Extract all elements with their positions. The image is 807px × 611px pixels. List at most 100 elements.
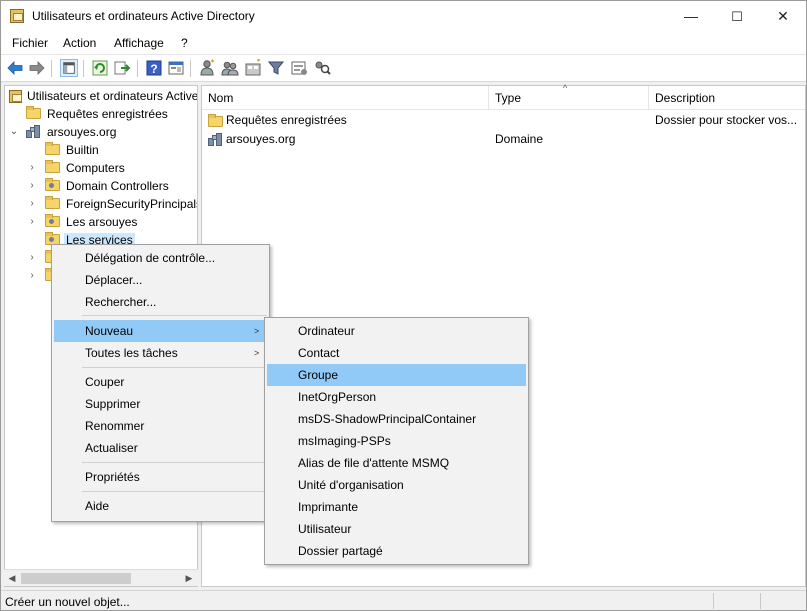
list-header: Nom Type ^ Description xyxy=(202,83,805,110)
folder-icon xyxy=(45,160,60,173)
toolbar: ? xyxy=(1,54,806,82)
menu-item-supprimer[interactable]: Supprimer xyxy=(54,393,267,415)
show-hide-tree-icon[interactable] xyxy=(60,59,78,77)
tree-label: Builtin xyxy=(66,143,99,157)
domain-icon xyxy=(26,125,41,139)
menu-separator xyxy=(82,462,267,463)
new-ou-icon[interactable] xyxy=(244,59,262,77)
tree-item-builtin[interactable]: Builtin xyxy=(5,141,197,159)
tree-item-domain-controllers[interactable]: › Domain Controllers xyxy=(5,177,197,195)
help-icon[interactable]: ? xyxy=(145,59,163,77)
new-group-icon[interactable] xyxy=(221,59,239,77)
submenu-item-inetorgperson[interactable]: InetOrgPerson xyxy=(267,386,526,408)
new-user-icon[interactable] xyxy=(198,59,216,77)
submenu-item-groupe[interactable]: Groupe xyxy=(267,364,526,386)
maximize-button[interactable]: ☐ xyxy=(714,1,760,32)
scroll-left-icon[interactable]: ◀ xyxy=(5,572,19,585)
list-row[interactable]: arsouyes.org Domaine xyxy=(202,130,805,149)
find-icon[interactable] xyxy=(313,59,331,77)
column-header-description[interactable]: Description xyxy=(649,86,805,110)
menu-item-toutes-les-taches[interactable]: Toutes les tâches > xyxy=(54,342,267,364)
list-cell-name: Requêtes enregistrées xyxy=(226,113,347,127)
context-menu: Délégation de contrôle... Déplacer... Re… xyxy=(51,244,270,522)
tree-item-les-arsouyes[interactable]: › Les arsouyes xyxy=(5,213,197,231)
status-text: Créer un nouvel objet... xyxy=(5,595,130,609)
chevron-right-icon[interactable]: › xyxy=(27,180,37,192)
submenu-item-contact[interactable]: Contact xyxy=(267,342,526,364)
submenu-item-utilisateur[interactable]: Utilisateur xyxy=(267,518,526,540)
menu-item-nouveau[interactable]: Nouveau > xyxy=(54,320,267,342)
column-header-type[interactable]: Type xyxy=(489,86,649,110)
filter-icon[interactable] xyxy=(267,59,285,77)
tree-item-foreign-security-principals[interactable]: › ForeignSecurityPrincipals xyxy=(5,195,198,213)
menu-fichier[interactable]: Fichier xyxy=(12,36,48,50)
submenu-item-msds-shadow[interactable]: msDS-ShadowPrincipalContainer xyxy=(267,408,526,430)
menu-item-actualiser[interactable]: Actualiser xyxy=(54,437,267,459)
aduc-app-icon xyxy=(10,9,24,23)
tree-label: Domain Controllers xyxy=(66,179,169,193)
forward-icon[interactable] xyxy=(28,59,46,77)
title-bar: Utilisateurs et ordinateurs Active Direc… xyxy=(1,1,806,32)
folder-icon xyxy=(45,142,60,155)
menu-item-renommer[interactable]: Renommer xyxy=(54,415,267,437)
tree-item-domain[interactable]: ⌄ arsouyes.org xyxy=(5,123,197,141)
submenu-item-msimaging-psps[interactable]: msImaging-PSPs xyxy=(267,430,526,452)
chevron-right-icon[interactable]: › xyxy=(27,270,37,282)
status-divider xyxy=(760,593,761,609)
status-bar: Créer un nouvel objet... xyxy=(1,590,806,610)
properties-icon[interactable] xyxy=(167,59,185,77)
tree-horizontal-scrollbar[interactable]: ◀ ▶ xyxy=(4,569,198,586)
menu-item-deplacer[interactable]: Déplacer... xyxy=(54,269,267,291)
submenu-item-ordinateur[interactable]: Ordinateur xyxy=(267,320,526,342)
menu-separator xyxy=(82,367,267,368)
menu-separator xyxy=(82,315,267,316)
tree-label: arsouyes.org xyxy=(47,125,117,139)
aduc-root-icon xyxy=(9,90,22,103)
column-header-name[interactable]: Nom xyxy=(202,86,489,110)
tree-label: ForeignSecurityPrincipals xyxy=(66,197,198,211)
menu-item-proprietes[interactable]: Propriétés xyxy=(54,466,267,488)
submenu-item-unite-organisation[interactable]: Unité d'organisation xyxy=(267,474,526,496)
scroll-right-icon[interactable]: ▶ xyxy=(182,572,196,585)
chevron-right-icon[interactable]: › xyxy=(27,162,37,174)
tree-item-computers[interactable]: › Computers xyxy=(5,159,197,177)
chevron-right-icon[interactable]: › xyxy=(27,252,37,264)
list-cell-description: Dossier pour stocker vos... xyxy=(655,113,798,127)
ou-folder-icon xyxy=(45,178,60,191)
list-cell-type: Domaine xyxy=(495,132,544,146)
refresh-icon[interactable] xyxy=(91,59,109,77)
menu-item-aide[interactable]: Aide xyxy=(54,495,267,517)
list-cell-name: arsouyes.org xyxy=(226,132,296,146)
menu-affichage[interactable]: Affichage xyxy=(114,36,164,50)
toolbar-separator xyxy=(190,60,191,77)
aduc-window: Utilisateurs et ordinateurs Active Direc… xyxy=(0,0,807,611)
menu-item-couper[interactable]: Couper xyxy=(54,371,267,393)
toolbar-separator xyxy=(83,60,84,77)
close-button[interactable]: ✕ xyxy=(760,1,806,32)
scrollbar-thumb[interactable] xyxy=(21,573,131,584)
tree-item-root[interactable]: Utilisateurs et ordinateurs Active Direc… xyxy=(5,87,197,105)
chevron-right-icon[interactable]: › xyxy=(27,198,37,210)
menu-action[interactable]: Action xyxy=(63,36,96,50)
tree-item-saved-queries[interactable]: Requêtes enregistrées xyxy=(5,105,197,123)
menu-help[interactable]: ? xyxy=(181,36,188,50)
back-icon[interactable] xyxy=(6,59,24,77)
submenu-item-dossier-partage[interactable]: Dossier partagé xyxy=(267,540,526,562)
status-divider xyxy=(713,593,714,609)
menu-item-rechercher[interactable]: Rechercher... xyxy=(54,291,267,313)
menu-item-label: Nouveau xyxy=(85,324,134,338)
chevron-right-icon[interactable]: › xyxy=(27,216,37,228)
tree-label: Requêtes enregistrées xyxy=(47,107,168,121)
list-row[interactable]: Requêtes enregistrées Dossier pour stock… xyxy=(202,111,805,130)
submenu-item-imprimante[interactable]: Imprimante xyxy=(267,496,526,518)
submenu-arrow-icon: > xyxy=(254,326,260,336)
folder-icon xyxy=(26,106,41,119)
submenu-item-msmq-alias[interactable]: Alias de file d'attente MSMQ xyxy=(267,452,526,474)
menu-item-delegation[interactable]: Délégation de contrôle... xyxy=(54,247,267,269)
minimize-button[interactable]: — xyxy=(668,1,714,32)
export-list-icon[interactable] xyxy=(113,59,131,77)
folder-icon xyxy=(208,114,223,127)
chevron-down-icon[interactable]: ⌄ xyxy=(9,126,19,138)
add-to-group-icon[interactable] xyxy=(290,59,308,77)
sort-ascending-icon: ^ xyxy=(563,83,568,93)
